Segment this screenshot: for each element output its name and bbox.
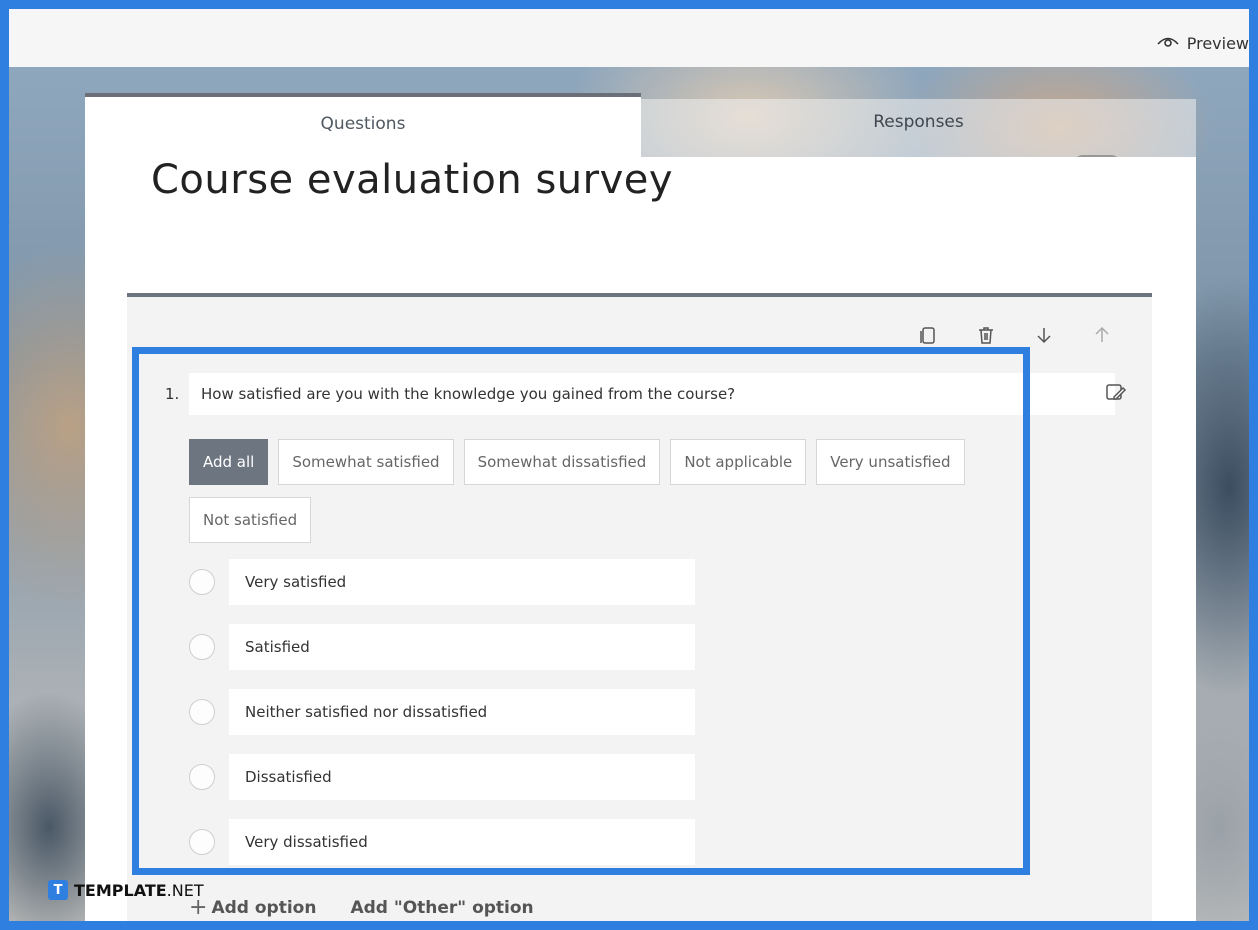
watermark-brand: TEMPLATE <box>74 880 167 900</box>
tab-questions-label: Questions <box>320 114 406 134</box>
suggestion-chip[interactable]: Very unsatisfied <box>816 439 965 485</box>
radio-button[interactable] <box>189 569 215 595</box>
option-input[interactable]: Satisfied <box>229 624 695 670</box>
add-other-option-button[interactable]: Add "Other" option <box>350 898 533 918</box>
question-card[interactable]: 1. How satisfied are you with the knowle… <box>127 293 1152 921</box>
arrow-up-icon[interactable] <box>1090 323 1114 347</box>
add-all-button[interactable]: Add all <box>189 439 269 485</box>
tab-strip: Questions Responses <box>85 93 1196 157</box>
top-bar: Preview <box>9 9 1249 67</box>
edit-icon[interactable] <box>1104 381 1128 405</box>
form-card: Course evaluation survey 1. How satisfie <box>85 157 1196 921</box>
question-title-input[interactable]: How satisfied are you with the knowledge… <box>189 373 1115 415</box>
answer-option: Very dissatisfied <box>189 819 709 865</box>
option-input[interactable]: Neither satisfied nor dissatisfied <box>229 689 695 735</box>
option-input[interactable]: Dissatisfied <box>229 754 695 800</box>
question-toolbar <box>916 323 1114 347</box>
question-number: 1. <box>165 385 180 403</box>
watermark-text: TEMPLATE.NET <box>74 881 204 900</box>
option-input[interactable]: Very dissatisfied <box>229 819 695 865</box>
add-option-label: Add option <box>211 897 317 918</box>
answer-option: Satisfied <box>189 624 709 670</box>
watermark-suffix: .NET <box>166 880 204 900</box>
suggestion-chip[interactable]: Not applicable <box>670 439 807 485</box>
arrow-down-icon[interactable] <box>1032 323 1056 347</box>
form-title[interactable]: Course evaluation survey <box>151 157 673 203</box>
option-input[interactable]: Very satisfied <box>229 559 695 605</box>
answer-option: Neither satisfied nor dissatisfied <box>189 689 709 735</box>
template-logo-icon: T <box>48 880 68 900</box>
answer-options-list: Very satisfied Satisfied Neither satisfi… <box>189 559 709 884</box>
add-option-button[interactable]: + Add option <box>189 895 316 920</box>
trash-icon[interactable] <box>974 323 998 347</box>
tab-responses[interactable]: Responses <box>641 99 1196 157</box>
radio-button[interactable] <box>189 699 215 725</box>
suggested-options: Add all Somewhat satisfied Somewhat diss… <box>189 439 1019 543</box>
answer-option: Very satisfied <box>189 559 709 605</box>
preview-button[interactable]: Preview <box>1157 31 1249 55</box>
question-row: 1. How satisfied are you with the knowle… <box>165 373 1115 415</box>
preview-label: Preview <box>1186 33 1249 53</box>
tab-responses-label: Responses <box>873 112 964 132</box>
suggestion-chip[interactable]: Somewhat dissatisfied <box>463 439 661 485</box>
suggestion-chip[interactable]: Not satisfied <box>189 497 312 543</box>
add-options-row: + Add option Add "Other" option <box>189 895 534 920</box>
answer-option: Dissatisfied <box>189 754 709 800</box>
radio-button[interactable] <box>189 829 215 855</box>
tab-questions[interactable]: Questions <box>85 93 641 157</box>
screenshot-frame: Preview Questions Responses Course evalu… <box>0 0 1258 930</box>
radio-button[interactable] <box>189 634 215 660</box>
copy-icon[interactable] <box>916 323 940 347</box>
radio-button[interactable] <box>189 764 215 790</box>
suggestion-chip[interactable]: Somewhat satisfied <box>278 439 454 485</box>
eye-icon <box>1157 34 1179 53</box>
template-watermark: T TEMPLATE.NET <box>48 880 204 900</box>
